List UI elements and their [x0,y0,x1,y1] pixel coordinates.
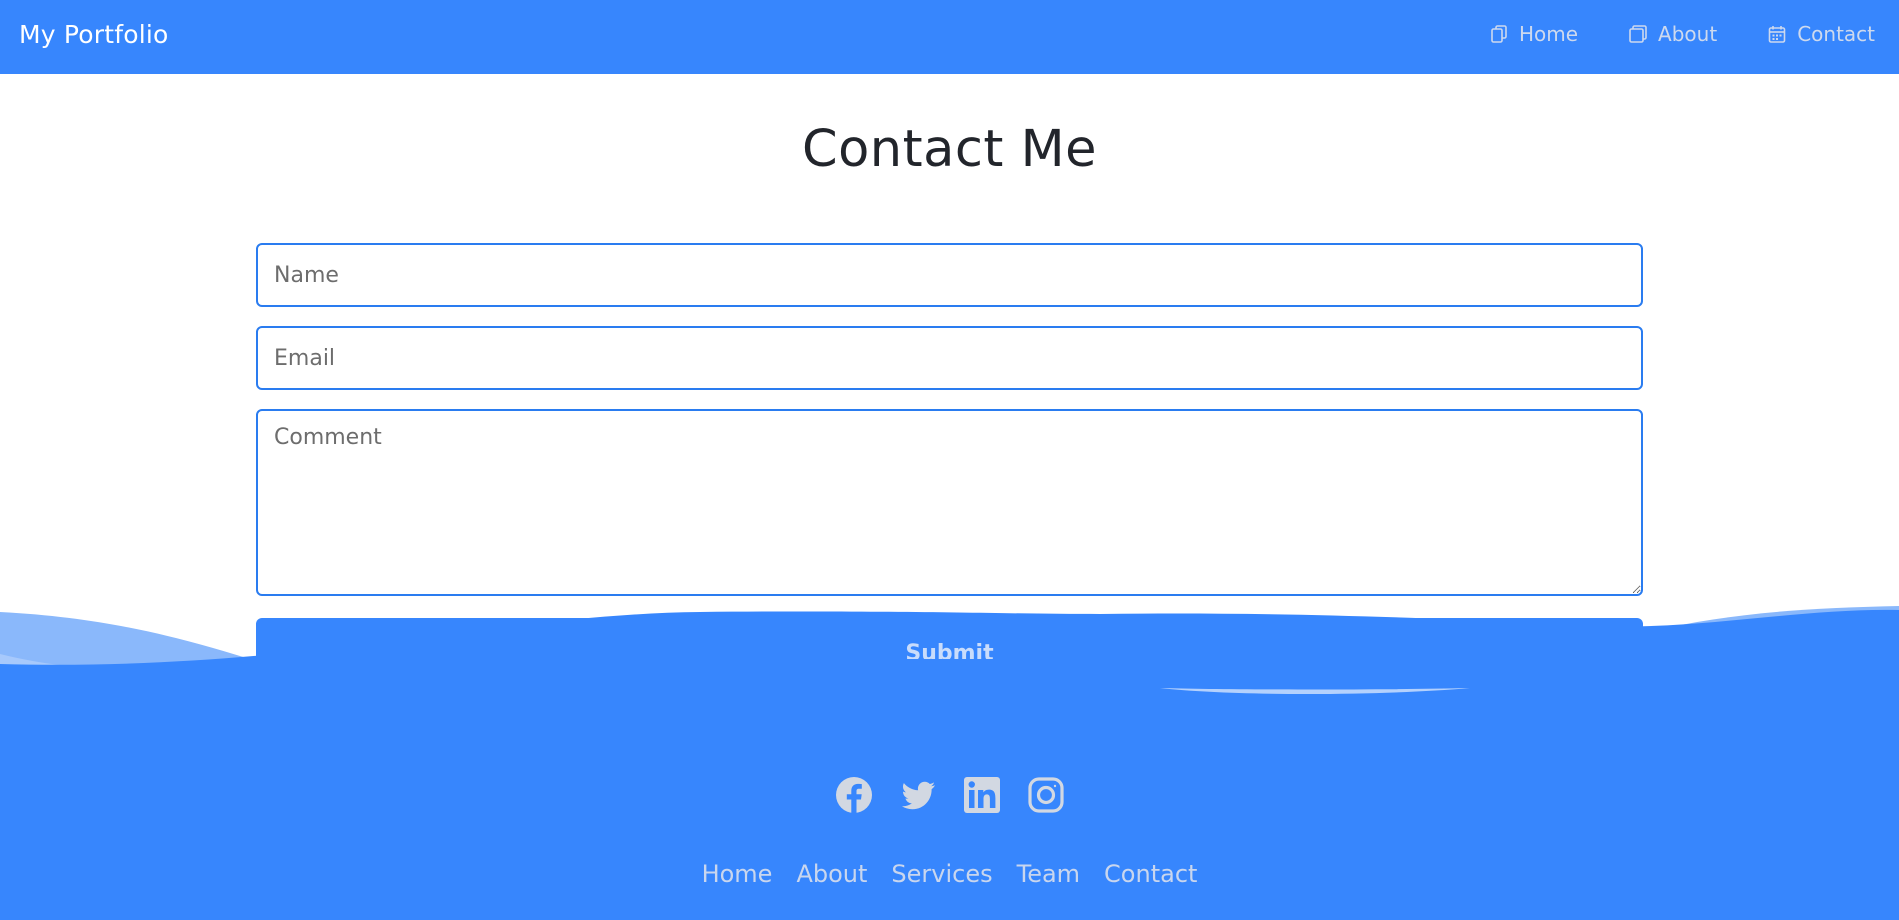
footer-nav: Home About Services Team Contact [0,857,1899,891]
nav-link-label: Home [1518,22,1579,46]
nav-link-about[interactable]: About [1628,20,1717,48]
nav-links: Home About Contact [1439,20,1875,48]
facebook-icon[interactable] [835,776,873,814]
footer-link-services[interactable]: Services [891,857,992,891]
social-links [0,776,1899,814]
footer-link-about[interactable]: About [796,857,867,891]
comment-textarea[interactable] [256,409,1643,596]
nav-link-home[interactable]: Home [1489,20,1578,48]
nav-link-label: Contact [1797,22,1875,46]
brand-logo[interactable]: My Portfolio [19,18,169,52]
footer-link-home[interactable]: Home [702,857,773,891]
calendar-icon [1767,24,1787,44]
nav-link-label: About [1658,22,1718,46]
page-title: Contact Me [801,120,1097,179]
footer-link-contact[interactable]: Contact [1104,857,1197,891]
copy-icon [1489,24,1509,44]
email-input[interactable] [256,326,1643,390]
linkedin-icon[interactable] [963,776,1001,814]
name-input[interactable] [256,243,1643,307]
footer-link-team[interactable]: Team [1017,857,1080,891]
navbar: My Portfolio Home About Contact [0,0,1899,74]
wave-foreground [0,688,1899,700]
window-icon [1628,24,1648,44]
instagram-icon[interactable] [1027,776,1065,814]
twitter-icon[interactable] [899,776,937,814]
nav-link-contact[interactable]: Contact [1767,20,1875,48]
